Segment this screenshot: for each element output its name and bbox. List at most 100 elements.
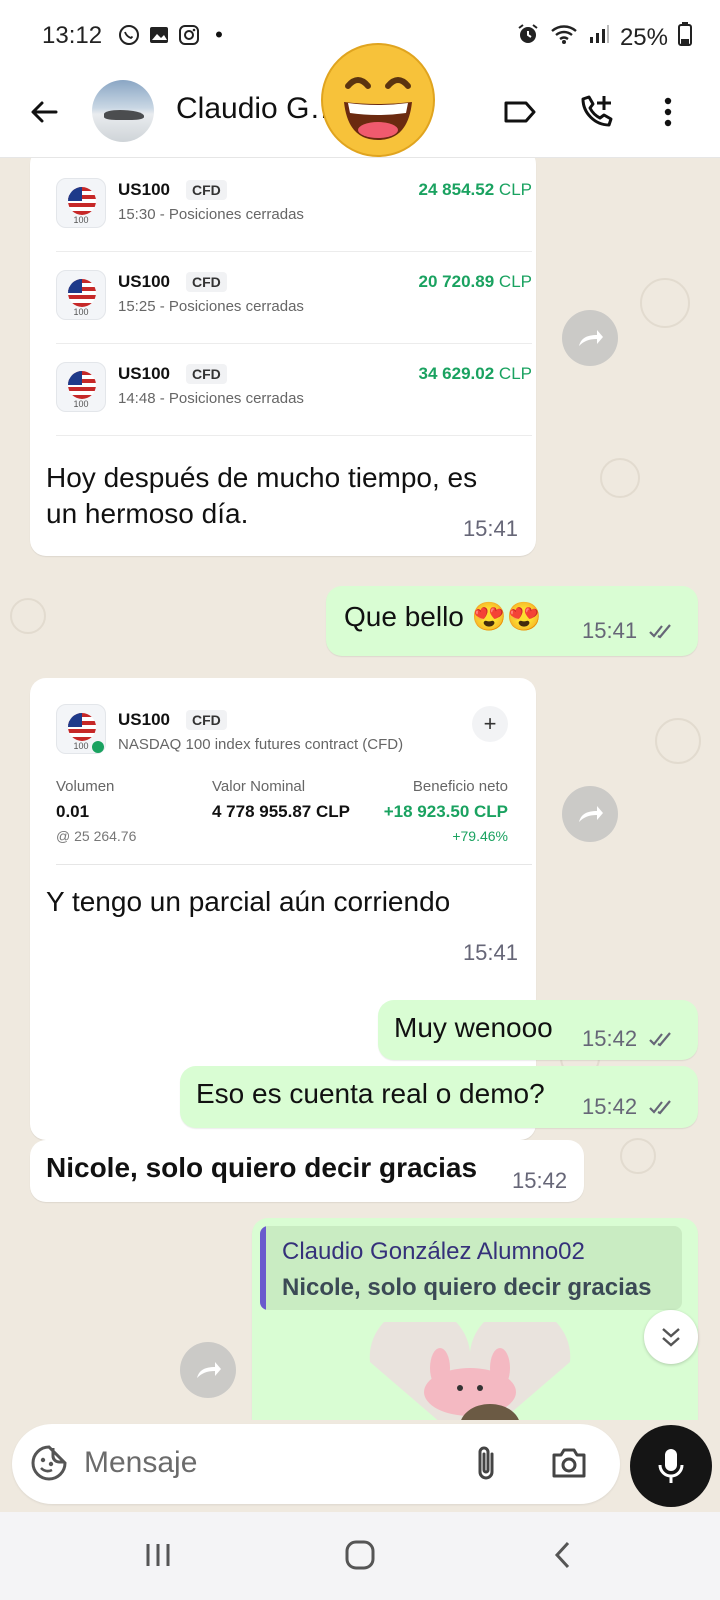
position-symbol: US100 [118, 710, 170, 729]
trade-badge: CFD [186, 272, 227, 292]
message-text: Eso es cuenta real o demo? [196, 1078, 545, 1109]
battery-percent: 25% [619, 23, 668, 51]
trade-row[interactable]: 100 US100 CFD 15:30 - Posiciones cerrada… [56, 160, 532, 252]
read-ticks-icon [649, 1032, 671, 1047]
message-input-container[interactable]: Mensaje [12, 1424, 620, 1504]
back-button[interactable] [22, 90, 66, 134]
message-text: Muy wenooo [394, 1012, 553, 1043]
volume-sub: @ 25 264.76 [56, 828, 137, 844]
label-icon [504, 101, 536, 123]
whatsapp-notification-icon [118, 24, 140, 46]
message-time: 15:41 [582, 618, 638, 643]
quoted-message[interactable]: Claudio González Alumno02 Nicole, solo q… [260, 1226, 682, 1310]
outgoing-message[interactable]: Muy wenooo 15:42 [378, 1000, 698, 1060]
read-ticks-icon [649, 624, 671, 639]
trade-symbol: US100 [118, 180, 170, 199]
recent-apps-icon [146, 1544, 170, 1566]
add-position-button[interactable]: + [472, 706, 508, 742]
volume-value: 0.01 [56, 802, 90, 821]
message-time: 15:42 [582, 1026, 638, 1051]
profit-percent: +79.46% [452, 828, 508, 844]
trade-badge: CFD [186, 364, 227, 384]
chat-area[interactable]: 100 US100 CFD 15:30 - Posiciones cerrada… [0, 158, 720, 1420]
label-button[interactable] [498, 90, 542, 134]
quoted-author: Claudio González Alumno02 [282, 1238, 585, 1265]
voice-message-button[interactable] [630, 1425, 712, 1507]
profit-value: +18 923.50 CLP [383, 802, 508, 821]
attach-icon[interactable] [472, 1444, 500, 1489]
camera-icon[interactable] [550, 1446, 588, 1485]
add-call-icon [581, 95, 613, 127]
grinning-emoji-sticker [318, 40, 438, 160]
message-text: Y tengo un parcial aún corriendo [46, 886, 451, 917]
message-time: 15:42 [582, 1094, 638, 1119]
image-sticker[interactable] [360, 1322, 580, 1420]
message-input[interactable]: Mensaje [84, 1446, 197, 1480]
more-vert-icon [664, 97, 672, 127]
call-button[interactable] [574, 90, 618, 134]
forward-button[interactable] [562, 786, 618, 842]
more-notifications-dot: • [215, 22, 223, 47]
trade-amount: 24 854.52 CLP [418, 180, 532, 199]
forward-icon [579, 330, 603, 346]
contact-avatar[interactable] [92, 80, 154, 142]
trade-subtitle: 15:30 - Posiciones cerradas [118, 206, 304, 223]
back-nav-button[interactable] [532, 1530, 592, 1580]
outgoing-reply-message[interactable]: Claudio González Alumno02 Nicole, solo q… [252, 1218, 698, 1420]
trade-badge: CFD [186, 180, 227, 200]
gallery-notification-icon [148, 24, 170, 46]
outgoing-message[interactable]: Eso es cuenta real o demo? 15:42 [180, 1066, 698, 1128]
status-time: 13:12 [42, 22, 103, 49]
alarm-icon [516, 22, 540, 53]
profit-label: Beneficio neto [412, 778, 508, 795]
quote-bar [260, 1226, 266, 1310]
volume-label: Volumen [56, 778, 115, 795]
quoted-text: Nicole, solo quiero decir gracias [282, 1274, 652, 1301]
position-badge: CFD [186, 710, 227, 730]
system-navigation-bar [0, 1512, 720, 1600]
recent-apps-button[interactable] [128, 1530, 188, 1580]
instagram-notification-icon [178, 24, 200, 46]
emoji-sticker-icon[interactable] [30, 1444, 68, 1487]
us-flag-icon: 100 [56, 270, 106, 320]
forward-button[interactable] [180, 1342, 236, 1398]
incoming-message-trades[interactable]: 100 US100 CFD 15:30 - Posiciones cerrada… [30, 158, 536, 556]
home-icon [345, 1540, 375, 1570]
double-chevron-down-icon [662, 1328, 680, 1347]
input-bar: Mensaje [0, 1420, 720, 1512]
message-text: Nicole, solo quiero decir gracias [46, 1152, 478, 1183]
message-text: Que bello 😍😍 [344, 601, 542, 632]
notification-icons: • [118, 22, 230, 47]
message-text: Hoy después de mucho tiempo, es un hermo… [46, 462, 478, 529]
trade-row[interactable]: 100 US100 CFD 14:48 - Posiciones cerrada… [56, 344, 532, 436]
nominal-value: 4 778 955.87 CLP [212, 802, 350, 821]
message-time: 15:41 [462, 516, 518, 541]
divider [56, 864, 532, 865]
forward-icon [579, 806, 603, 822]
read-ticks-icon [649, 1100, 671, 1115]
signal-icon [588, 23, 610, 52]
us-flag-icon: 100 [56, 362, 106, 412]
incoming-message[interactable]: Nicole, solo quiero decir gracias 15:42 [30, 1140, 584, 1202]
trade-amount: 20 720.89 CLP [418, 272, 532, 291]
us-flag-icon: 100 [56, 704, 106, 754]
trade-subtitle: 15:25 - Posiciones cerradas [118, 298, 304, 315]
forward-button[interactable] [562, 310, 618, 366]
trade-amount: 34 629.02 CLP [418, 364, 532, 383]
system-status: 25% [516, 22, 692, 53]
position-description: NASDAQ 100 index futures contract (CFD) [118, 736, 404, 753]
microphone-icon [658, 1449, 684, 1483]
wifi-icon [550, 23, 578, 52]
more-options-button[interactable] [646, 90, 690, 134]
back-chevron-icon [554, 1541, 570, 1569]
trade-symbol: US100 [118, 272, 170, 291]
trade-symbol: US100 [118, 364, 170, 383]
home-button[interactable] [330, 1530, 390, 1580]
scroll-to-bottom-button[interactable] [644, 1310, 698, 1364]
back-arrow-icon [31, 101, 58, 123]
trade-subtitle: 14:48 - Posiciones cerradas [118, 390, 304, 407]
outgoing-message[interactable]: Que bello 😍😍 15:41 [326, 586, 698, 656]
battery-icon [678, 22, 692, 53]
trade-row[interactable]: 100 US100 CFD 15:25 - Posiciones cerrada… [56, 252, 532, 344]
message-time: 15:41 [462, 940, 518, 965]
